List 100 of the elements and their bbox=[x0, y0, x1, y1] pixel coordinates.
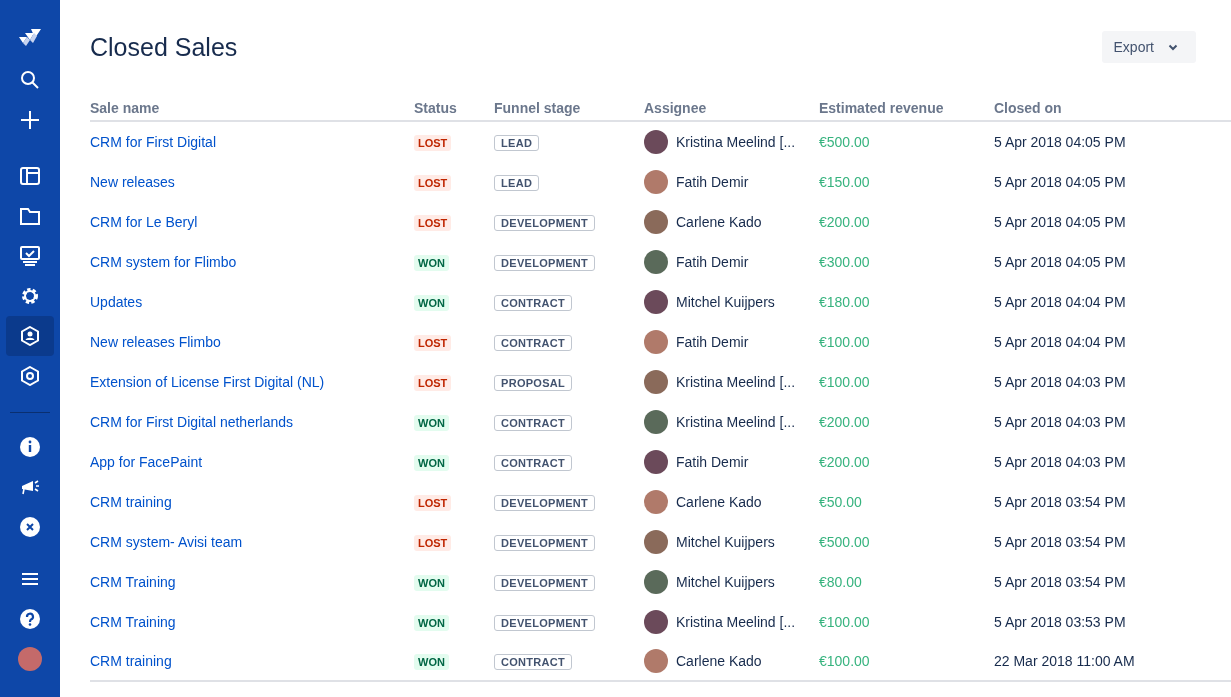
hexagon-icon bbox=[20, 366, 40, 386]
status-lozenge: WON bbox=[414, 255, 449, 271]
closed-date: 5 Apr 2018 03:54 PM bbox=[994, 574, 1126, 590]
sale-name-link[interactable]: Extension of License First Digital (NL) bbox=[90, 374, 325, 390]
megaphone-icon bbox=[20, 477, 40, 497]
revenue-text: €200.00 bbox=[819, 214, 870, 230]
closed-date: 5 Apr 2018 04:05 PM bbox=[994, 214, 1126, 230]
avatar-icon bbox=[644, 530, 668, 554]
avatar-icon bbox=[644, 170, 668, 194]
menu-icon bbox=[21, 572, 39, 586]
status-lozenge: LOST bbox=[414, 335, 452, 351]
avatar-icon bbox=[644, 610, 668, 634]
assignee-name: Carlene Kado bbox=[676, 494, 762, 510]
revenue-text: €200.00 bbox=[819, 454, 870, 470]
column-header: Closed on bbox=[994, 100, 1062, 116]
closed-date: 5 Apr 2018 04:03 PM bbox=[994, 454, 1126, 470]
export-button[interactable]: Export bbox=[1101, 31, 1196, 63]
sale-name-link[interactable]: CRM for First Digital bbox=[90, 134, 216, 150]
sale-name-link[interactable]: New releases Flimbo bbox=[90, 334, 221, 350]
assignee-name: Kristina Meelind [... bbox=[676, 614, 796, 630]
status-lozenge: LOST bbox=[414, 135, 452, 151]
close-icon bbox=[20, 517, 40, 537]
closed-date: 5 Apr 2018 03:53 PM bbox=[994, 614, 1126, 630]
assignee-name: Carlene Kado bbox=[676, 653, 762, 669]
stage-lozenge: PROPOSAL bbox=[494, 375, 573, 391]
stage-lozenge: CONTRACT bbox=[494, 335, 573, 351]
sale-name-link[interactable]: New releases bbox=[90, 174, 175, 190]
revenue-text: €300.00 bbox=[819, 254, 870, 270]
revenue-text: €200.00 bbox=[819, 414, 870, 430]
sale-name-link[interactable]: CRM Training bbox=[90, 614, 176, 630]
assignee-name: Fatih Demir bbox=[676, 254, 749, 270]
closed-date: 5 Apr 2018 04:03 PM bbox=[994, 414, 1126, 430]
avatar-icon bbox=[18, 647, 42, 671]
chevron-down-icon bbox=[1168, 43, 1178, 51]
plus-icon bbox=[20, 110, 40, 130]
status-lozenge: LOST bbox=[414, 535, 452, 551]
assignee-name: Mitchel Kuijpers bbox=[676, 294, 775, 310]
revenue-text: €500.00 bbox=[819, 134, 870, 150]
closed-date: 5 Apr 2018 04:05 PM bbox=[994, 174, 1126, 190]
sale-name-link[interactable]: CRM for First Digital netherlands bbox=[90, 414, 294, 430]
closed-date: 5 Apr 2018 04:03 PM bbox=[994, 374, 1126, 390]
avatar-icon bbox=[644, 450, 668, 474]
status-lozenge: LOST bbox=[414, 375, 452, 391]
stage-lozenge: LEAD bbox=[494, 135, 540, 151]
sale-name-link[interactable]: CRM system- Avisi team bbox=[90, 534, 243, 550]
revenue-text: €150.00 bbox=[819, 174, 870, 190]
sale-name-link[interactable]: Updates bbox=[90, 294, 143, 310]
closed-date: 5 Apr 2018 04:05 PM bbox=[994, 134, 1126, 150]
sale-name-link[interactable]: CRM system for Flimbo bbox=[90, 254, 237, 270]
stage-lozenge: CONTRACT bbox=[494, 455, 573, 471]
assignee-name: Mitchel Kuijpers bbox=[676, 574, 775, 590]
status-lozenge: LOST bbox=[414, 175, 452, 191]
page-title: Closed Sales bbox=[90, 32, 238, 62]
folder-icon bbox=[20, 207, 40, 225]
status-lozenge: WON bbox=[414, 654, 449, 670]
sale-name-link[interactable]: CRM Training bbox=[90, 574, 176, 590]
revenue-text: €80.00 bbox=[819, 574, 862, 590]
column-header: Funnel stage bbox=[494, 100, 581, 116]
closed-date: 5 Apr 2018 04:04 PM bbox=[994, 294, 1126, 310]
column-header: Assignee bbox=[644, 100, 707, 116]
assignee-name: Carlene Kado bbox=[676, 214, 762, 230]
column-header: Estimated revenue bbox=[819, 100, 944, 116]
sale-name-link[interactable]: CRM for Le Beryl bbox=[90, 214, 198, 230]
revenue-text: €100.00 bbox=[819, 374, 870, 390]
avatar-icon bbox=[644, 130, 668, 154]
avatar-icon bbox=[644, 410, 668, 434]
closed-date: 22 Mar 2018 11:00 AM bbox=[994, 653, 1135, 669]
avatar-icon bbox=[644, 490, 668, 514]
help-icon bbox=[20, 609, 40, 629]
column-header: Sale name bbox=[90, 100, 160, 116]
assignee-name: Kristina Meelind [... bbox=[676, 414, 796, 430]
revenue-text: €100.00 bbox=[819, 614, 870, 630]
assignee-name: Fatih Demir bbox=[676, 174, 749, 190]
avatar-icon bbox=[644, 250, 668, 274]
sale-name-link[interactable]: CRM training bbox=[90, 653, 172, 669]
sale-name-link[interactable]: CRM training bbox=[90, 494, 172, 510]
sale-name-link[interactable]: App for FacePaint bbox=[90, 454, 203, 470]
stage-lozenge: CONTRACT bbox=[494, 415, 573, 431]
assignee-name: Kristina Meelind [... bbox=[676, 374, 796, 390]
user-hexagon-nav-button[interactable] bbox=[6, 316, 54, 356]
revenue-text: €100.00 bbox=[819, 334, 870, 350]
status-lozenge: WON bbox=[414, 455, 449, 471]
status-lozenge: WON bbox=[414, 615, 449, 631]
stage-lozenge: DEVELOPMENT bbox=[494, 615, 596, 631]
closed-date: 5 Apr 2018 03:54 PM bbox=[994, 534, 1126, 550]
avatar-icon bbox=[644, 570, 668, 594]
stage-lozenge: DEVELOPMENT bbox=[494, 495, 596, 511]
board-icon bbox=[20, 167, 40, 185]
avatar-icon bbox=[644, 370, 668, 394]
user-hexagon-icon bbox=[20, 326, 40, 346]
monitor-icon bbox=[20, 246, 40, 266]
stage-lozenge: DEVELOPMENT bbox=[494, 255, 596, 271]
avatar-icon bbox=[644, 330, 668, 354]
column-header: Status bbox=[414, 100, 457, 116]
stage-lozenge: CONTRACT bbox=[494, 295, 573, 311]
avatar-icon bbox=[644, 649, 668, 673]
status-lozenge: WON bbox=[414, 415, 449, 431]
settings-icon bbox=[20, 286, 40, 306]
assignee-name: Mitchel Kuijpers bbox=[676, 534, 775, 550]
assignee-name: Kristina Meelind [... bbox=[676, 134, 796, 150]
